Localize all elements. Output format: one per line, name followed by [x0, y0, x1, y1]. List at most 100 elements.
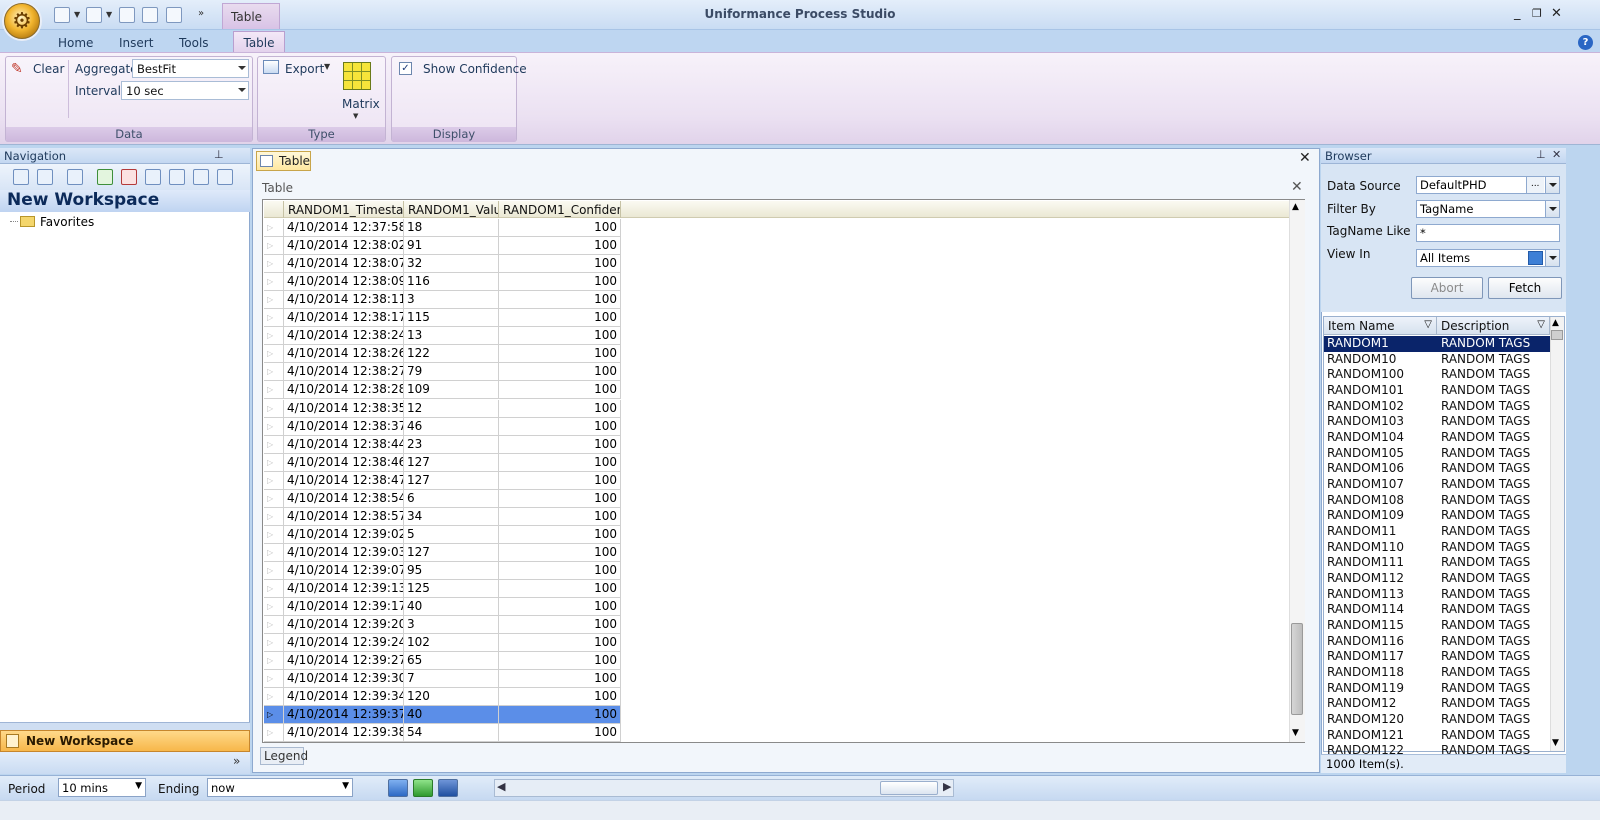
- open-icon[interactable]: [13, 169, 29, 185]
- row-indicator-icon[interactable]: ▷: [264, 580, 284, 598]
- scroll-down-icon[interactable]: ▼: [1552, 738, 1559, 748]
- list-item[interactable]: RANDOM114 RANDOM TAGS: [1324, 602, 1550, 618]
- value-cell[interactable]: 122: [404, 345, 499, 364]
- confidence-cell[interactable]: 100: [499, 237, 621, 256]
- value-cell[interactable]: 120: [404, 688, 499, 707]
- value-cell[interactable]: 12: [404, 399, 499, 418]
- tab-insert[interactable]: Insert: [119, 33, 153, 52]
- list-item[interactable]: RANDOM110 RANDOM TAGS: [1324, 540, 1550, 556]
- tab-tools[interactable]: Tools: [179, 33, 209, 52]
- confidence-cell[interactable]: 100: [499, 706, 621, 725]
- export-button[interactable]: Export: [285, 62, 324, 76]
- value-cell[interactable]: 127: [404, 471, 499, 490]
- tab-table[interactable]: Table: [233, 31, 285, 53]
- confidence-cell[interactable]: 100: [499, 327, 621, 346]
- row-indicator-icon[interactable]: ▷: [264, 561, 284, 580]
- tagname-like-input[interactable]: *: [1416, 224, 1560, 242]
- list-item[interactable]: RANDOM106 RANDOM TAGS: [1324, 461, 1550, 477]
- row-indicator-icon[interactable]: ▷: [264, 363, 284, 382]
- value-cell[interactable]: 127: [404, 543, 499, 562]
- row-indicator-icon[interactable]: ▷: [264, 507, 284, 526]
- row-indicator-icon[interactable]: ▷: [264, 525, 284, 544]
- value-cell[interactable]: 5: [404, 525, 499, 544]
- restore-button[interactable]: ❐: [1532, 7, 1542, 20]
- value-cell[interactable]: 3: [404, 291, 499, 310]
- value-cell[interactable]: 54: [404, 724, 499, 743]
- confidence-cell[interactable]: 100: [499, 381, 621, 400]
- confidence-cell[interactable]: 100: [499, 471, 621, 490]
- value-cell[interactable]: 65: [404, 652, 499, 671]
- row-indicator-icon[interactable]: ▷: [264, 399, 284, 418]
- table-row[interactable]: ▷4/10/2014 12:37:58 PM18100: [264, 219, 621, 237]
- column-header-value[interactable]: RANDOM1_Value: [404, 201, 499, 218]
- table-row[interactable]: ▷4/10/2014 12:39:24 PM102100: [264, 634, 621, 653]
- list-item[interactable]: RANDOM116 RANDOM TAGS: [1324, 634, 1550, 650]
- row-indicator-icon[interactable]: ▷: [264, 435, 284, 454]
- abort-button[interactable]: Abort: [1411, 277, 1483, 299]
- help-icon[interactable]: ?: [1578, 35, 1593, 50]
- table-row[interactable]: ▷4/10/2014 12:38:24 PM13100: [264, 327, 621, 346]
- pin-icon[interactable]: ⊥: [1536, 148, 1546, 161]
- timestamp-cell[interactable]: 4/10/2014 12:38:24 PM: [284, 327, 404, 346]
- table-row[interactable]: ▷4/10/2014 12:38:28 PM109100: [264, 381, 621, 400]
- confidence-cell[interactable]: 100: [499, 399, 621, 418]
- table-row[interactable]: ▷4/10/2014 12:39:37 PM40100: [264, 706, 621, 725]
- properties-icon[interactable]: [193, 169, 209, 185]
- value-cell[interactable]: 18: [404, 219, 499, 237]
- table-row[interactable]: ▷4/10/2014 12:38:54 PM6100: [264, 489, 621, 508]
- row-indicator-icon[interactable]: ▷: [264, 652, 284, 671]
- table-row[interactable]: ▷4/10/2014 12:39:17 PM40100: [264, 598, 621, 617]
- list-item[interactable]: RANDOM107 RANDOM TAGS: [1324, 477, 1550, 493]
- column-header-description[interactable]: Description ▽: [1437, 317, 1550, 335]
- value-cell[interactable]: 13: [404, 327, 499, 346]
- timestamp-cell[interactable]: 4/10/2014 12:38:28 PM: [284, 381, 404, 400]
- table-row[interactable]: ▷4/10/2014 12:38:26 PM122100: [264, 345, 621, 364]
- confidence-cell[interactable]: 100: [499, 273, 621, 292]
- timestamp-cell[interactable]: 4/10/2014 12:39:37 PM: [284, 706, 404, 725]
- value-cell[interactable]: 40: [404, 706, 499, 725]
- confidence-cell[interactable]: 100: [499, 489, 621, 508]
- matrix-button[interactable]: Matrix: [342, 97, 380, 111]
- confidence-cell[interactable]: 100: [499, 543, 621, 562]
- value-cell[interactable]: 125: [404, 580, 499, 598]
- list-item[interactable]: RANDOM12 RANDOM TAGS: [1324, 696, 1550, 712]
- table-row[interactable]: ▷4/10/2014 12:38:07 PM32100: [264, 255, 621, 274]
- timestamp-cell[interactable]: 4/10/2014 12:39:38 PM: [284, 724, 404, 743]
- value-cell[interactable]: 6: [404, 489, 499, 508]
- list-item[interactable]: RANDOM1 RANDOM TAGS: [1324, 336, 1550, 352]
- row-indicator-icon[interactable]: ▷: [264, 543, 284, 562]
- table-row[interactable]: ▷4/10/2014 12:39:27 PM65100: [264, 652, 621, 671]
- row-indicator-icon[interactable]: ▷: [264, 634, 284, 653]
- tab-home[interactable]: Home: [58, 33, 93, 52]
- timestamp-cell[interactable]: 4/10/2014 12:39:17 PM: [284, 598, 404, 617]
- confidence-cell[interactable]: 100: [499, 616, 621, 635]
- confidence-cell[interactable]: 100: [499, 363, 621, 382]
- table-row[interactable]: ▷4/10/2014 12:38:02 PM91100: [264, 237, 621, 256]
- confidence-cell[interactable]: 100: [499, 255, 621, 274]
- close-icon[interactable]: ✕: [1552, 148, 1561, 161]
- list-item[interactable]: RANDOM103 RANDOM TAGS: [1324, 414, 1550, 430]
- value-cell[interactable]: 32: [404, 255, 499, 274]
- matrix-icon[interactable]: [343, 62, 371, 90]
- row-indicator-icon[interactable]: ▷: [264, 471, 284, 490]
- confidence-cell[interactable]: 100: [499, 634, 621, 653]
- clear-button[interactable]: Clear: [33, 62, 64, 76]
- list-item[interactable]: RANDOM115 RANDOM TAGS: [1324, 618, 1550, 634]
- column-header-item-name[interactable]: Item Name ▽: [1324, 317, 1437, 335]
- value-cell[interactable]: 91: [404, 237, 499, 256]
- confidence-cell[interactable]: 100: [499, 417, 621, 436]
- row-indicator-icon[interactable]: ▷: [264, 345, 284, 364]
- expand-icon[interactable]: »: [233, 754, 240, 768]
- show-confidence-label[interactable]: Show Confidence: [423, 62, 527, 76]
- panel-splitter[interactable]: [0, 722, 250, 730]
- confidence-cell[interactable]: 100: [499, 580, 621, 598]
- confidence-cell[interactable]: 100: [499, 219, 621, 237]
- row-indicator-icon[interactable]: ▷: [264, 489, 284, 508]
- timestamp-cell[interactable]: 4/10/2014 12:38:44 PM: [284, 435, 404, 454]
- column-header-confidence[interactable]: RANDOM1_Confidence: [499, 201, 621, 218]
- timestamp-cell[interactable]: 4/10/2014 12:38:17 PM: [284, 309, 404, 328]
- table-row[interactable]: ▷4/10/2014 12:38:27 PM79100: [264, 363, 621, 382]
- table-row[interactable]: ▷4/10/2014 12:39:02 PM5100: [264, 525, 621, 544]
- list-item[interactable]: RANDOM120 RANDOM TAGS: [1324, 712, 1550, 728]
- close-document-button[interactable]: ✕: [1299, 150, 1311, 166]
